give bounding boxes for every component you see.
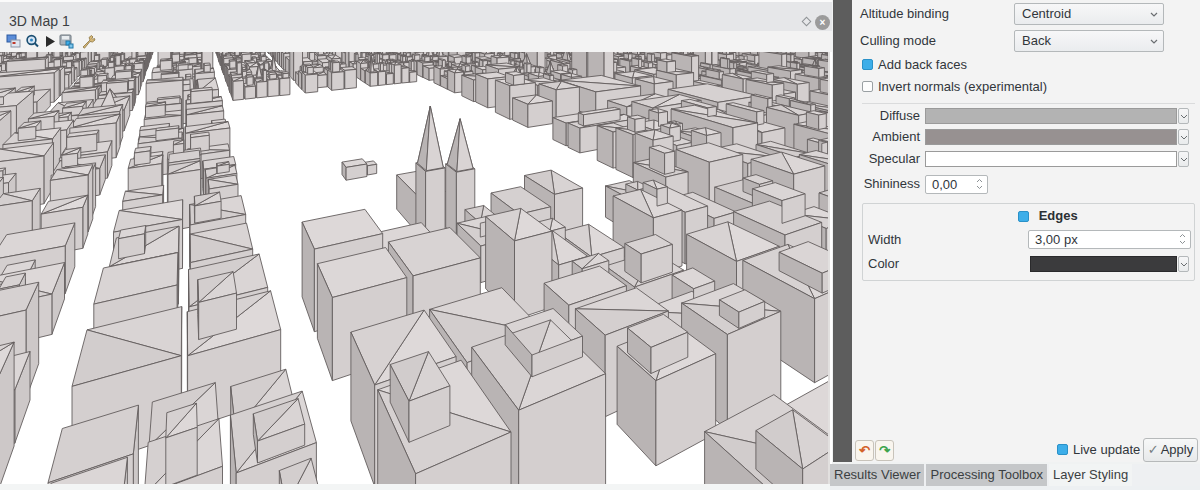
dock-separator[interactable] <box>833 0 852 462</box>
play-animation-icon[interactable] <box>44 34 57 49</box>
tab-layer-styling[interactable]: Layer Styling <box>1049 464 1132 486</box>
map-title: 3D Map 1 <box>9 13 70 29</box>
specular-color-button[interactable] <box>925 151 1177 167</box>
shininess-label: Shininess <box>852 176 920 192</box>
bottom-tab-bar: Results Viewer Processing Toolbox Layer … <box>830 464 1200 486</box>
edges-color-label: Color <box>868 256 899 272</box>
altitude-binding-label: Altitude binding <box>860 3 949 25</box>
map-titlebar: 3D Map 1 × <box>0 0 832 31</box>
altitude-binding-select[interactable]: Centroid <box>1014 3 1164 25</box>
close-icon[interactable]: × <box>815 15 830 30</box>
ambient-color-button[interactable] <box>925 129 1177 145</box>
redo-icon: ↷ <box>879 443 890 458</box>
shininess-spinbox[interactable]: 0,00 <box>925 175 988 194</box>
redo-button[interactable]: ↷ <box>875 440 894 461</box>
specular-label: Specular <box>852 151 920 167</box>
edges-checkbox[interactable] <box>1018 211 1029 222</box>
live-update-checkbox[interactable] <box>1057 444 1068 455</box>
edges-color-dropdown[interactable] <box>1178 256 1189 272</box>
edges-width-spinbox[interactable]: 3,00 px <box>1028 230 1191 249</box>
add-back-faces-label: Add back faces <box>878 57 967 72</box>
specular-color-dropdown[interactable] <box>1178 151 1189 167</box>
city-3d-render <box>0 52 830 484</box>
diffuse-color-dropdown[interactable] <box>1178 108 1189 124</box>
diffuse-label: Diffuse <box>852 108 920 124</box>
add-back-faces-checkbox[interactable] <box>862 59 873 70</box>
layer-styling-panel: Altitude binding Centroid Culling mode B… <box>852 0 1200 462</box>
edges-groupbox: Edges Width 3,00 px Color <box>862 203 1195 281</box>
identify-icon[interactable] <box>25 34 40 49</box>
edges-label: Edges <box>1039 208 1078 223</box>
configure-icon[interactable] <box>81 34 97 50</box>
tab-processing-toolbox[interactable]: Processing Toolbox <box>926 464 1047 486</box>
ambient-color-dropdown[interactable] <box>1178 129 1189 145</box>
culling-mode-label: Culling mode <box>860 30 936 52</box>
culling-mode-select[interactable]: Back <box>1014 30 1164 52</box>
invert-normals-checkbox[interactable] <box>862 81 873 92</box>
float-window-icon[interactable] <box>802 17 812 27</box>
ambient-label: Ambient <box>852 129 920 145</box>
live-update-label: Live update <box>1073 442 1140 457</box>
map-3d-viewport[interactable] <box>0 52 830 484</box>
save-as-image-icon[interactable] <box>59 34 75 49</box>
bottom-strip <box>830 486 1200 490</box>
undo-button[interactable]: ↶ <box>855 440 874 461</box>
apply-button[interactable]: ✓Apply <box>1143 438 1198 462</box>
apply-check-icon: ✓ <box>1148 442 1159 457</box>
map-toolbar <box>0 31 832 52</box>
map-bottom-strip <box>0 484 832 490</box>
tab-results-viewer[interactable]: Results Viewer <box>830 464 924 486</box>
camera-control-icon[interactable] <box>6 34 21 49</box>
edges-color-button[interactable] <box>1030 256 1177 272</box>
separator <box>862 103 1195 104</box>
undo-icon: ↶ <box>859 443 870 458</box>
edges-width-label: Width <box>868 230 901 249</box>
diffuse-color-button[interactable] <box>925 108 1177 124</box>
invert-normals-label: Invert normals (experimental) <box>878 79 1047 94</box>
map-window: 3D Map 1 × <box>0 0 832 484</box>
